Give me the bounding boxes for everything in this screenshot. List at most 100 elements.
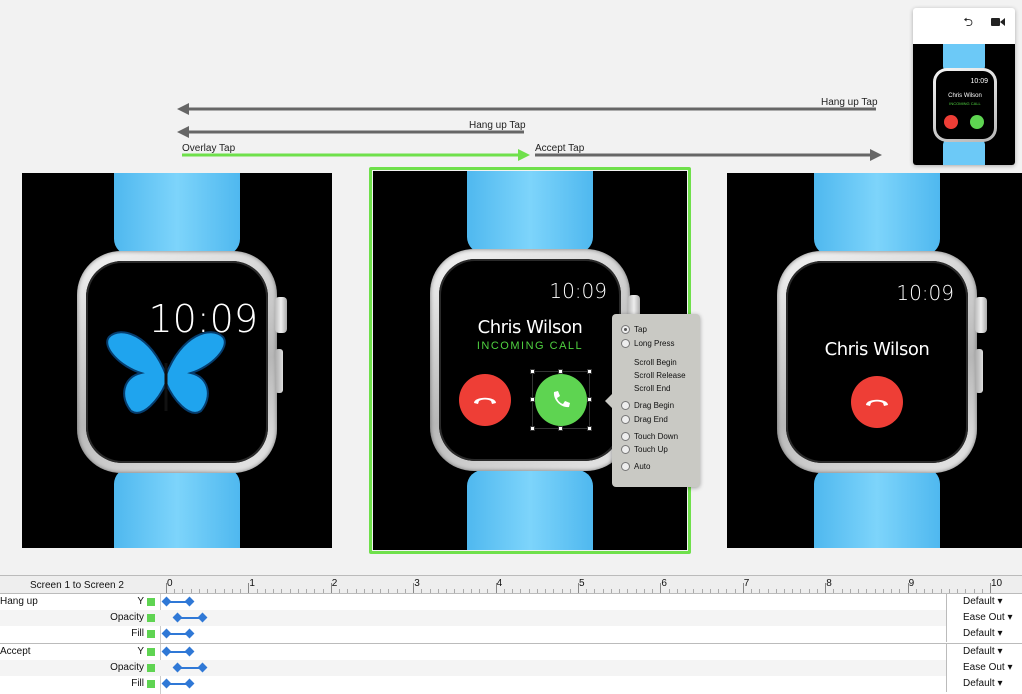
clock-time: 10:09 [896,281,954,305]
trigger-long-press[interactable]: Long Press [621,339,674,348]
timeline-row-accept-opacity[interactable]: Opacity Ease Out ▾ [0,660,1022,676]
ruler-minor-tick [256,589,258,593]
trigger-drag-end[interactable]: Drag End [621,415,668,424]
ruler-minor-tick [751,589,753,593]
ruler-minor-tick [198,589,200,593]
preview-screen[interactable]: 10:09 Chris Wilson INCOMING CALL [913,44,1015,165]
ruler-minor-tick [874,589,876,593]
property-label: Fill [131,628,144,639]
trigger-scroll-begin[interactable]: Scroll Begin [634,358,677,367]
easing-dropdown[interactable]: Default ▾ [946,594,1022,610]
radio-icon[interactable] [621,462,630,471]
ruler-minor-tick [273,589,275,593]
keyframe-track[interactable] [161,678,195,689]
ruler-minor-tick [363,589,365,593]
ruler-minor-tick [940,589,942,593]
ruler-tick [907,583,909,593]
preview-accept-button[interactable] [970,115,984,129]
easing-dropdown[interactable]: Default ▾ [946,644,1022,660]
preview-caller: Chris Wilson [948,93,982,99]
keyframe-track[interactable] [172,612,209,623]
watch-case: 10:09 [77,251,287,473]
ruler-minor-tick [586,589,588,593]
watch-band-top [814,173,940,255]
video-camera-icon[interactable] [991,16,1005,30]
radio-icon[interactable] [621,445,630,454]
radio-icon[interactable] [621,432,630,441]
trigger-touch-up[interactable]: Touch Up [621,445,668,454]
ruler-minor-tick [965,589,967,593]
screen-in-call[interactable]: 10:09 Chris Wilson [727,173,1022,548]
ruler-minor-tick [676,589,678,593]
ruler-minor-tick [619,589,621,593]
ruler-minor-tick [174,589,176,593]
selection-handles[interactable] [530,369,592,431]
radio-icon[interactable] [621,339,630,348]
ruler-minor-tick [973,589,975,593]
easing-dropdown[interactable]: Default ▾ [946,626,1022,642]
ruler-minor-tick [882,589,884,593]
ruler-minor-tick [569,589,571,593]
ruler-minor-tick [462,589,464,593]
ruler-minor-tick [816,589,818,593]
trigger-touch-down[interactable]: Touch Down [621,432,678,441]
ruler-tick [578,583,579,593]
hang-up-tap-label: Hang up Tap [821,97,878,108]
ruler-minor-tick [306,589,308,593]
screen-home[interactable]: 10:09 [22,173,332,548]
preview-time: 10:09 [970,78,988,85]
group-label-hang-up: Hang up [0,596,38,607]
animation-timeline: Screen 1 to Screen 2 0 1 2 3 4 5 6 7 8 9 10 Hang u… [0,575,1022,694]
preview-status: INCOMING CALL [949,101,981,106]
easing-dropdown[interactable]: Ease Out ▾ [946,660,1022,676]
timeline-ruler[interactable]: Screen 1 to Screen 2 0 1 2 3 4 5 6 7 8 9 10 [0,576,1022,594]
ruler-minor-tick [297,589,299,593]
ruler-minor-tick [355,589,357,593]
ruler-minor-tick [264,589,266,593]
incoming-call-status: INCOMING CALL [476,340,584,352]
watch-band-bottom [814,468,940,548]
timeline-row-accept-y[interactable]: Accept Y Default ▾ [0,644,1022,660]
hang-up-button[interactable] [851,376,903,428]
trigger-tap[interactable]: Tap [621,325,647,334]
trigger-auto[interactable]: Auto [621,462,650,471]
trigger-scroll-release[interactable]: Scroll Release [634,371,686,380]
radio-icon[interactable] [621,401,630,410]
overlay-tap-label: Overlay Tap [182,143,236,154]
hang-up-button[interactable] [459,374,511,426]
ruler-minor-tick [726,589,728,593]
ruler-minor-tick [454,589,456,593]
keyframe-track[interactable] [161,628,195,639]
easing-dropdown[interactable]: Ease Out ▾ [946,610,1022,626]
keyframe-track[interactable] [161,646,195,657]
keyframe-track[interactable] [161,596,195,607]
prototype-canvas[interactable]: Hang up Tap Hang up Tap Overlay Tap Acce… [0,0,1022,575]
easing-dropdown[interactable]: Default ▾ [946,676,1022,692]
timeline-row-hangup-opacity[interactable]: Opacity Ease Out ▾ [0,610,1022,626]
radio-icon[interactable] [621,415,630,424]
phone-hangup-icon [474,397,496,404]
accept-tap-arrow[interactable] [535,149,882,161]
ruler-minor-tick [808,589,810,593]
ruler-tick-label: 8 [826,578,832,589]
property-label: Opacity [110,662,144,673]
radio-icon[interactable] [621,325,630,334]
timeline-row-hangup-fill[interactable]: Fill Default ▾ [0,626,1022,642]
ruler-tick [166,583,167,593]
hang-up-tap-arrow-long[interactable] [177,103,876,115]
ruler-minor-tick [668,589,670,593]
trigger-drag-begin[interactable]: Drag Begin [621,401,674,410]
timeline-row-accept-fill[interactable]: Fill Default ▾ [0,676,1022,692]
ruler-minor-tick [627,589,629,593]
undo-icon[interactable]: ⮌ [963,13,973,34]
ruler-minor-tick [759,589,761,593]
trigger-scroll-end[interactable]: Scroll End [634,384,670,393]
keyframe-track[interactable] [172,662,209,673]
ruler-minor-tick [932,589,934,593]
ruler-minor-tick [520,589,522,593]
ruler-minor-tick [594,589,596,593]
preview-hang-up-button[interactable] [944,115,958,129]
property-label: Opacity [110,612,144,623]
timeline-row-hangup-y[interactable]: Hang up Y Default ▾ [0,594,1022,610]
ruler-minor-tick [833,589,835,593]
